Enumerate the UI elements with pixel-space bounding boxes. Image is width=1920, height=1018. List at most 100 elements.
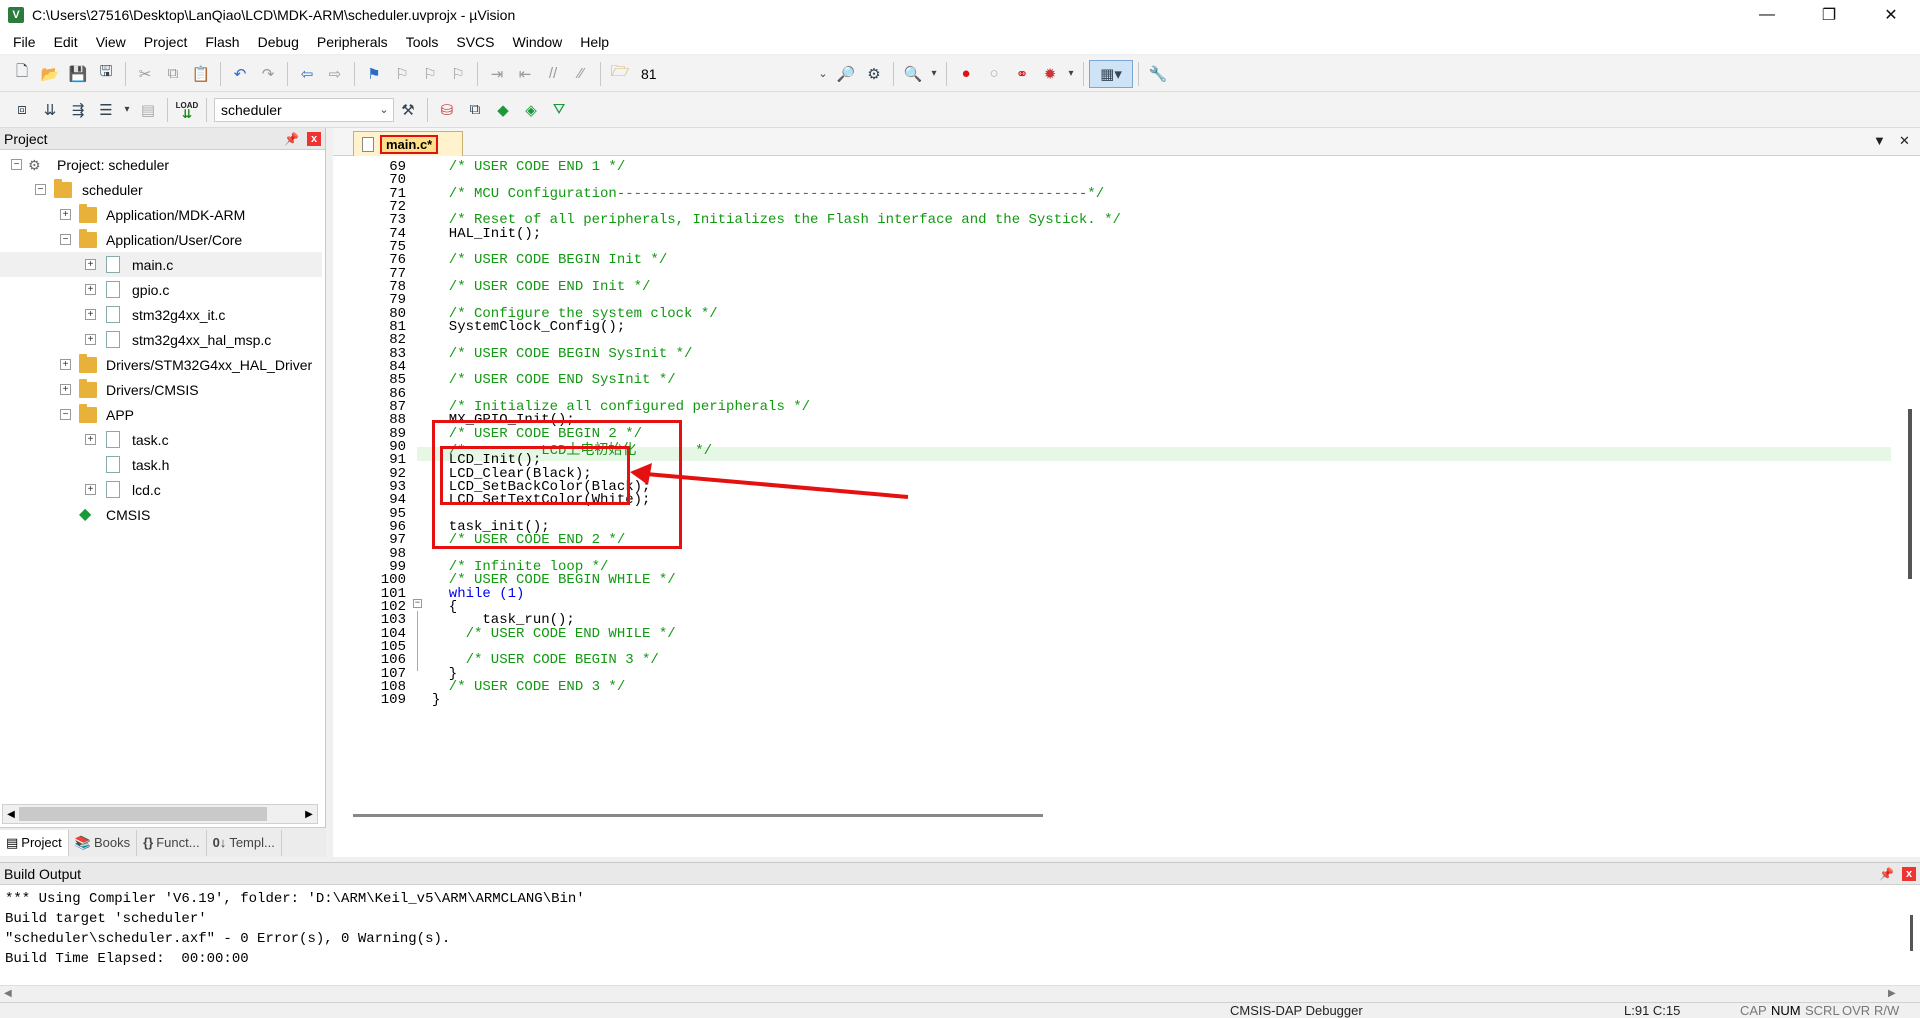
select-packs-icon[interactable]: ⛛ xyxy=(545,96,573,124)
code-text-area[interactable]: − 69 /* USER CODE END 1 */ 70 71 /* MCU … xyxy=(336,159,1896,806)
menu-svcs[interactable]: SVCS xyxy=(447,30,503,54)
scroll-thumb[interactable] xyxy=(353,814,1043,817)
stop-build-icon[interactable]: ▤ xyxy=(134,96,162,124)
build-output-horizontal-scrollbar[interactable]: ◀ ▶ xyxy=(0,985,1920,1003)
translate-icon[interactable]: ⧈ xyxy=(8,96,36,124)
breakpoint-icon[interactable]: ● xyxy=(952,60,980,88)
disable-breakpoint-icon[interactable]: ○ xyxy=(980,60,1008,88)
redo-icon[interactable]: ↷ xyxy=(254,60,282,88)
paste-icon[interactable]: 📋 xyxy=(187,60,215,88)
undo-icon[interactable]: ↶ xyxy=(226,60,254,88)
tree-item-file[interactable]: + gpio.c xyxy=(0,277,322,302)
menu-file[interactable]: File xyxy=(4,30,45,54)
tab-project[interactable]: ▤ Project xyxy=(0,829,69,856)
tree-item-group[interactable]: + Drivers/CMSIS xyxy=(0,377,322,402)
prev-bookmark-icon[interactable]: ⚐ xyxy=(388,60,416,88)
collapse-toggle-icon[interactable]: − xyxy=(60,234,71,245)
cut-icon[interactable]: ✂ xyxy=(131,60,159,88)
tab-functions[interactable]: {} Funct... xyxy=(137,829,207,856)
tree-item-file[interactable]: + stm32g4xx_it.c xyxy=(0,302,322,327)
batch-build-dropdown-chevron-down-icon[interactable]: ▾ xyxy=(120,96,134,124)
tree-item-group[interactable]: − APP xyxy=(0,402,322,427)
collapse-toggle-icon[interactable]: − xyxy=(11,159,22,170)
rebuild-icon[interactable]: ⇶ xyxy=(64,96,92,124)
menu-peripherals[interactable]: Peripherals xyxy=(308,30,397,54)
menu-tools[interactable]: Tools xyxy=(397,30,448,54)
tree-item-file[interactable]: task.h xyxy=(0,452,322,477)
scroll-thumb[interactable] xyxy=(1908,409,1912,579)
collapse-toggle-icon[interactable]: − xyxy=(35,184,46,195)
file-extensions-icon[interactable]: ⧉ xyxy=(461,96,489,124)
build-icon[interactable]: ⇊ xyxy=(36,96,64,124)
save-all-icon[interactable]: 🖫 xyxy=(92,60,120,88)
tree-item-file[interactable]: + stm32g4xx_hal_msp.c xyxy=(0,327,322,352)
target-select[interactable]: scheduler ⌄ xyxy=(214,97,394,122)
minimize-button[interactable]: — xyxy=(1738,0,1796,30)
scroll-right-icon[interactable]: ▶ xyxy=(1888,988,1896,999)
menu-window[interactable]: Window xyxy=(504,30,572,54)
batch-build-icon[interactable]: ☰ xyxy=(92,96,120,124)
expand-toggle-icon[interactable]: + xyxy=(85,434,96,445)
close-panel-icon[interactable]: x xyxy=(307,131,321,146)
tree-item-file[interactable]: + task.c xyxy=(0,427,322,452)
open-file-icon[interactable]: 📂 xyxy=(36,60,64,88)
scroll-thumb[interactable] xyxy=(1910,915,1913,951)
menu-flash[interactable]: Flash xyxy=(196,30,248,54)
run-time-environment-icon[interactable]: ◆ xyxy=(489,96,517,124)
manage-project-items-icon[interactable]: ⛁ xyxy=(433,96,461,124)
find-dropdown-chevron-down-icon[interactable]: ⌄ xyxy=(814,60,832,88)
tree-item-group[interactable]: + Drivers/STM32G4xx_HAL_Driver xyxy=(0,352,322,377)
tree-item-file[interactable]: + lcd.c xyxy=(0,477,322,502)
tab-books[interactable]: 📚 Books xyxy=(69,829,138,856)
expand-toggle-icon[interactable]: + xyxy=(85,284,96,295)
configure-wrench-icon[interactable]: 🔧 xyxy=(1144,60,1172,88)
navigate-back-icon[interactable]: ⇦ xyxy=(293,60,321,88)
pin-icon[interactable]: 📌 xyxy=(1879,867,1894,881)
fold-collapse-icon[interactable]: − xyxy=(413,599,422,608)
close-panel-icon[interactable]: x xyxy=(1902,866,1916,881)
scroll-right-icon[interactable]: ▶ xyxy=(301,805,317,823)
next-bookmark-icon[interactable]: ⚐ xyxy=(416,60,444,88)
tree-item-project[interactable]: − ⚙ Project: scheduler xyxy=(0,152,322,177)
expand-toggle-icon[interactable]: + xyxy=(60,384,71,395)
close-window-button[interactable]: ✕ xyxy=(1862,0,1920,30)
menu-debug[interactable]: Debug xyxy=(249,30,308,54)
collapse-toggle-icon[interactable]: − xyxy=(60,409,71,420)
build-output-vertical-scrollbar[interactable] xyxy=(1906,887,1918,983)
unindent-icon[interactable]: ⇤ xyxy=(511,60,539,88)
pin-icon[interactable]: 📌 xyxy=(284,132,299,146)
close-tab-icon[interactable]: ✕ xyxy=(1899,133,1910,149)
expand-toggle-icon[interactable]: + xyxy=(60,359,71,370)
find-icon[interactable]: 🔎 xyxy=(832,60,860,88)
editor-horizontal-scrollbar[interactable] xyxy=(333,808,1920,822)
project-tree-horizontal-scrollbar[interactable]: ◀ ▶ xyxy=(2,804,318,824)
scroll-left-icon[interactable]: ◀ xyxy=(4,988,12,999)
expand-toggle-icon[interactable]: + xyxy=(85,334,96,345)
tab-templates[interactable]: 0↓ Templ... xyxy=(207,829,282,856)
incremental-find-icon[interactable]: ⚙ xyxy=(860,60,888,88)
tree-item-cmsis[interactable]: ◆ CMSIS xyxy=(0,502,322,527)
breakpoint-dropdown-chevron-down-icon[interactable]: ▾ xyxy=(1064,60,1078,88)
find-combo[interactable]: 81 xyxy=(634,62,814,86)
indent-icon[interactable]: ⇥ xyxy=(483,60,511,88)
expand-toggle-icon[interactable]: + xyxy=(85,309,96,320)
comment-icon[interactable]: // xyxy=(539,60,567,88)
tree-item-group[interactable]: + Application/MDK-ARM xyxy=(0,202,322,227)
copy-icon[interactable]: ⧉ xyxy=(159,60,187,88)
uncomment-icon[interactable]: ⁄⁄ xyxy=(567,60,595,88)
new-file-icon[interactable]: 🗋 xyxy=(8,60,36,88)
target-options-icon[interactable]: ⚒ xyxy=(394,96,422,124)
scroll-left-icon[interactable]: ◀ xyxy=(3,805,19,823)
menu-view[interactable]: View xyxy=(87,30,135,54)
tree-item-target-scheduler[interactable]: − scheduler xyxy=(0,177,322,202)
debug-dropdown-chevron-down-icon[interactable]: ▾ xyxy=(927,60,941,88)
save-icon[interactable]: 💾 xyxy=(64,60,92,88)
window-layout-icon[interactable]: ▦▾ xyxy=(1089,59,1133,88)
menu-edit[interactable]: Edit xyxy=(45,30,87,54)
breakpoint-options-icon[interactable]: ✹ xyxy=(1036,60,1064,88)
kill-breakpoints-icon[interactable]: ⚭ xyxy=(1008,60,1036,88)
find-in-files-icon[interactable]: 🗁 xyxy=(606,60,634,88)
expand-toggle-icon[interactable]: + xyxy=(85,484,96,495)
editor-tab-main-c[interactable]: main.c* xyxy=(353,131,463,156)
expand-toggle-icon[interactable]: + xyxy=(60,209,71,220)
